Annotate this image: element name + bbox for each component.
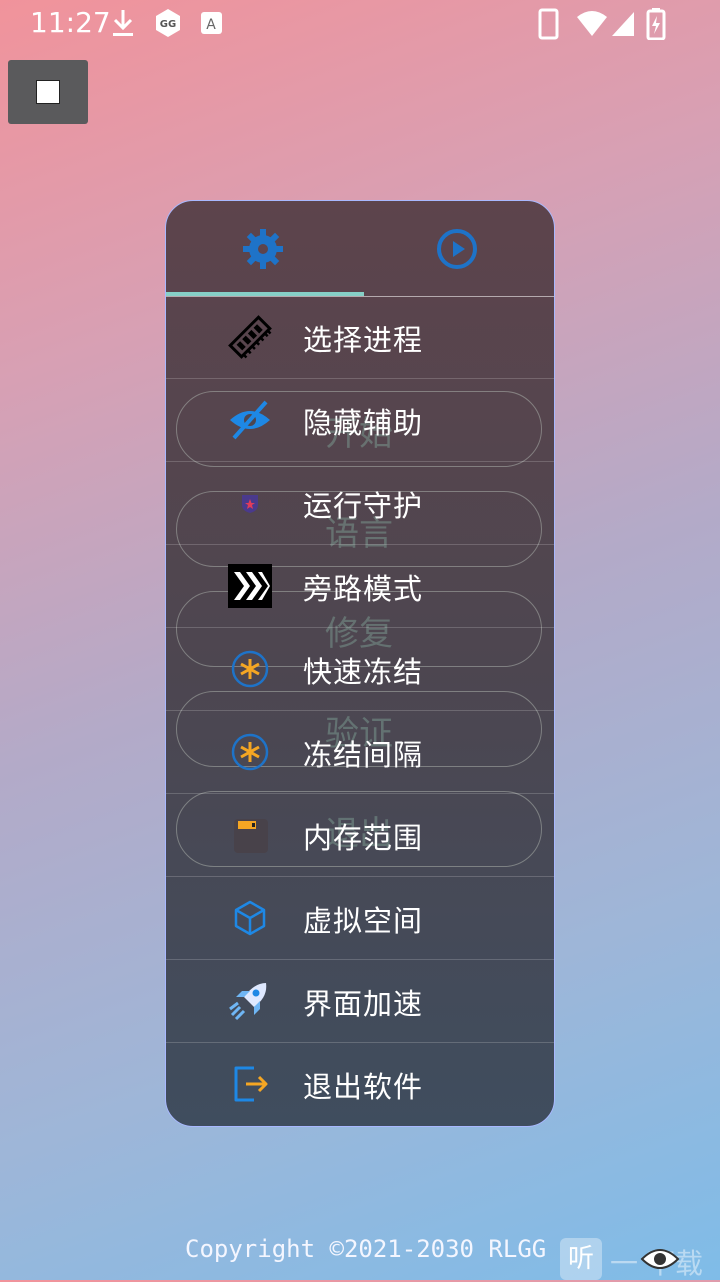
- snowflake-icon: [226, 645, 274, 693]
- menu-item-label: 内存范围: [303, 821, 424, 855]
- gg-app-icon: GG: [156, 9, 180, 37]
- menu-item-label: 虚拟空间: [303, 904, 424, 938]
- memory-card-icon: [226, 811, 274, 859]
- menu-item-memory-range[interactable]: 内存范围: [166, 794, 554, 877]
- tab-bar: [166, 201, 554, 297]
- tab-settings[interactable]: [166, 201, 360, 296]
- watermark-logo: 听: [560, 1238, 602, 1280]
- signal-icon: [612, 12, 634, 36]
- svg-text:GG: GG: [160, 19, 176, 30]
- menu-item-label: 界面加速: [303, 987, 424, 1021]
- bypass-chevrons-icon: [226, 562, 274, 610]
- menu-item-run-guard[interactable]: 运行守护: [166, 462, 554, 545]
- shield-icon: [226, 479, 274, 527]
- download-icon: [113, 10, 133, 36]
- menu-item-quick-freeze[interactable]: 快速冻结: [166, 628, 554, 711]
- svg-text:A: A: [206, 17, 216, 33]
- cube-icon: [226, 894, 274, 942]
- menu-item-label: 隐藏辅助: [303, 406, 424, 440]
- menu-item-freeze-interval[interactable]: 冻结间隔: [166, 711, 554, 794]
- menu-item-select-process[interactable]: 选择进程: [166, 296, 554, 379]
- watermark: 听 一 下载: [560, 1238, 720, 1280]
- menu-item-exit-app[interactable]: 退出软件: [166, 1043, 554, 1125]
- memory-chip-icon: [226, 313, 274, 361]
- text-a-icon: A: [201, 12, 222, 34]
- menu-item-label: 旁路模式: [303, 572, 424, 606]
- status-bar: 11:27 GG A: [0, 0, 720, 48]
- tab-start[interactable]: [360, 201, 554, 296]
- eye-icon[interactable]: [640, 1244, 680, 1274]
- menu-item-label: 退出软件: [303, 1070, 424, 1104]
- rocket-icon: [226, 977, 274, 1025]
- floating-stop-button[interactable]: [8, 60, 88, 124]
- phone-icon: [538, 8, 559, 40]
- menu-item-label: 选择进程: [303, 323, 424, 357]
- status-time: 11:27: [30, 6, 111, 39]
- menu-list: 选择进程 隐藏辅助 运行守护 旁路模式 快速冻结 冻结间隔 内存范围 虚拟空间 …: [166, 296, 554, 1125]
- menu-item-label: 快速冻结: [303, 655, 424, 689]
- copyright-text: Copyright ©2021-2030 RLGG: [185, 1235, 547, 1263]
- menu-item-ui-accelerate[interactable]: 界面加速: [166, 960, 554, 1043]
- battery-charging-icon: [646, 8, 666, 40]
- menu-item-hide-assist[interactable]: 隐藏辅助: [166, 379, 554, 462]
- gear-icon: [243, 228, 283, 269]
- snowflake-icon: [226, 728, 274, 776]
- stop-square-icon: [36, 80, 60, 104]
- menu-item-label: 运行守护: [303, 489, 424, 523]
- menu-item-label: 冻结间隔: [303, 738, 424, 772]
- eye-off-icon: [226, 396, 274, 444]
- menu-panel: 开始 语言 修复 验证 退出 选择进程 隐藏辅助 运行守护 旁路模式 快速冻结 …: [165, 200, 555, 1127]
- exit-icon: [226, 1060, 274, 1108]
- play-icon: [437, 228, 477, 269]
- menu-item-bypass-mode[interactable]: 旁路模式: [166, 545, 554, 628]
- menu-item-virtual-space[interactable]: 虚拟空间: [166, 877, 554, 960]
- wifi-icon: [577, 11, 607, 36]
